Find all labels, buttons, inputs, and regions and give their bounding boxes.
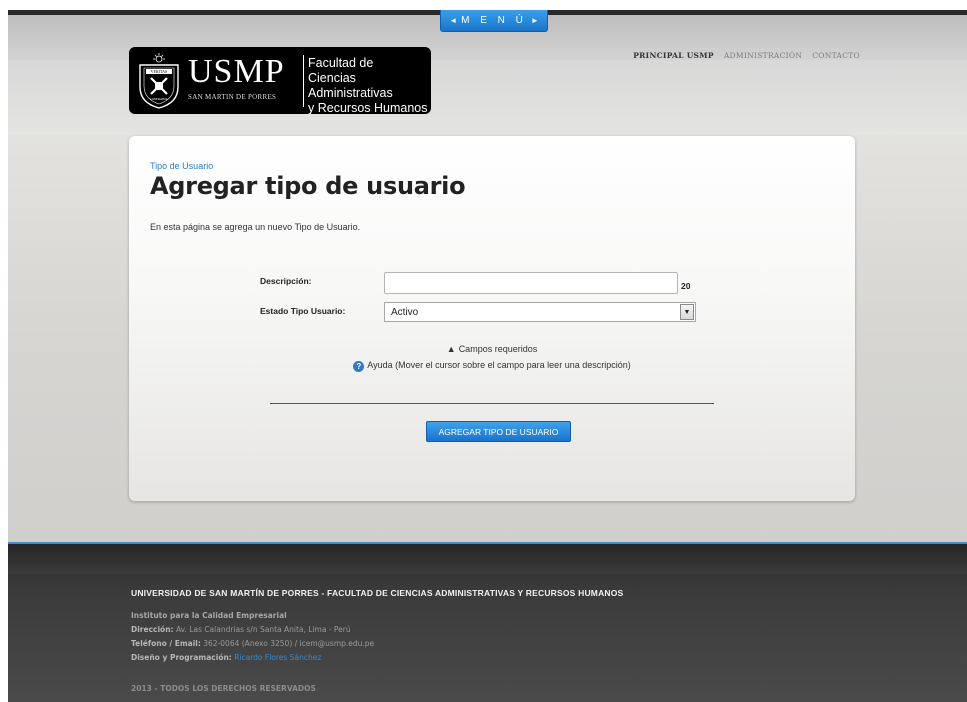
footer-design: Diseño y Programación: Ricardo Flores Sá… <box>131 651 374 665</box>
footer: UNIVERSIDAD DE SAN MARTÍN DE PORRES - FA… <box>8 544 967 702</box>
footer-phone: Teléfono / Email: 362-0064 (Anexo 3250) … <box>131 637 374 651</box>
faculty-line-3: y Recursos Humanos <box>308 101 428 115</box>
footer-address-value: Av. Las Calandrias s/n Santa Anita, Lima… <box>175 625 351 634</box>
footer-designer-link[interactable]: Ricardo Flores Sánchez <box>234 653 321 662</box>
nav-administracion[interactable]: ADMINISTRACIÓN <box>724 51 802 60</box>
footer-phone-label: Teléfono / Email: <box>131 639 201 648</box>
descripcion-label: Descripción: <box>260 276 312 286</box>
menu-label: M E N Ú <box>461 15 527 26</box>
chevron-down-icon[interactable]: ▼ <box>680 304 694 320</box>
footer-address: Dirección: Av. Las Calandrias s/n Santa … <box>131 623 374 637</box>
estado-label: Estado Tipo Usuario: <box>260 306 346 316</box>
breadcrumb[interactable]: Tipo de Usuario <box>150 161 213 171</box>
menu-right-arrow-icon: ► <box>530 16 539 25</box>
nav-contacto[interactable]: CONTACTO <box>812 51 860 60</box>
help-icon[interactable]: ? <box>353 361 365 372</box>
footer-org: Instituto para la Calidad Empresarial <box>131 611 287 620</box>
usmp-logo[interactable]: VERITAS LIBERABIT USMP SAN MARTIN DE POR… <box>129 47 431 116</box>
menu-button[interactable]: ◄ M E N Ú ► <box>440 10 548 32</box>
required-fields-note: ▲ Campos requeridos <box>129 344 855 354</box>
page-intro: En esta página se agrega un nuevo Tipo d… <box>150 222 361 232</box>
top-navigation: PRINCIPAL USMP ADMINISTRACIÓN CONTACTO <box>633 51 860 60</box>
svg-text:LIBERABIT: LIBERABIT <box>150 97 167 101</box>
footer-address-label: Dirección: <box>131 625 174 634</box>
logo-faculty-name: Facultad de Ciencias Administrativas y R… <box>308 56 431 116</box>
footer-phone-value: 362-0064 (Anexo 3250) / icem@usmp.edu.pe <box>203 639 375 648</box>
menu-left-arrow-icon: ◄ <box>449 16 458 25</box>
descripcion-input[interactable] <box>384 272 678 294</box>
footer-design-label: Diseño y Programación: <box>131 653 232 662</box>
footer-contact-info: Instituto para la Calidad Empresarial Di… <box>131 609 374 665</box>
university-crest-icon: VERITAS LIBERABIT <box>139 53 179 109</box>
form-divider <box>270 403 714 404</box>
help-note: ? Ayuda (Mover el cursor sobre el campo p… <box>129 360 855 372</box>
logo-sub-wordmark: SAN MARTIN DE PORRES <box>188 93 277 101</box>
help-text: Ayuda (Mover el cursor sobre el campo pa… <box>367 360 631 370</box>
footer-top-shade <box>8 544 967 574</box>
page-title: Agregar tipo de usuario <box>150 172 466 200</box>
descripcion-char-limit: 20 <box>681 281 691 291</box>
estado-selected-value: Activo <box>391 306 419 318</box>
faculty-line-1: Facultad de <box>308 56 374 70</box>
required-fields-text: Campos requeridos <box>458 344 538 354</box>
agregar-tipo-usuario-button[interactable]: AGREGAR TIPO DE USUARIO <box>426 421 571 442</box>
content-card: Tipo de Usuario Agregar tipo de usuario … <box>129 136 855 501</box>
faculty-line-2: Ciencias Administrativas <box>308 71 393 100</box>
logo-wordmark: USMP <box>188 53 285 90</box>
footer-copyright: 2013 - TODOS LOS DERECHOS RESERVADOS <box>131 684 316 693</box>
warning-icon: ▲ <box>446 344 456 354</box>
footer-title: UNIVERSIDAD DE SAN MARTÍN DE PORRES - FA… <box>131 588 624 598</box>
page-frame: ◄ M E N Ú ► VERITAS LIBERABIT USMP SAN M… <box>8 10 967 702</box>
svg-text:VERITAS: VERITAS <box>151 69 168 74</box>
nav-principal-usmp[interactable]: PRINCIPAL USMP <box>633 51 714 60</box>
estado-select[interactable]: Activo ▼ <box>384 302 696 322</box>
logo-divider <box>303 55 304 107</box>
